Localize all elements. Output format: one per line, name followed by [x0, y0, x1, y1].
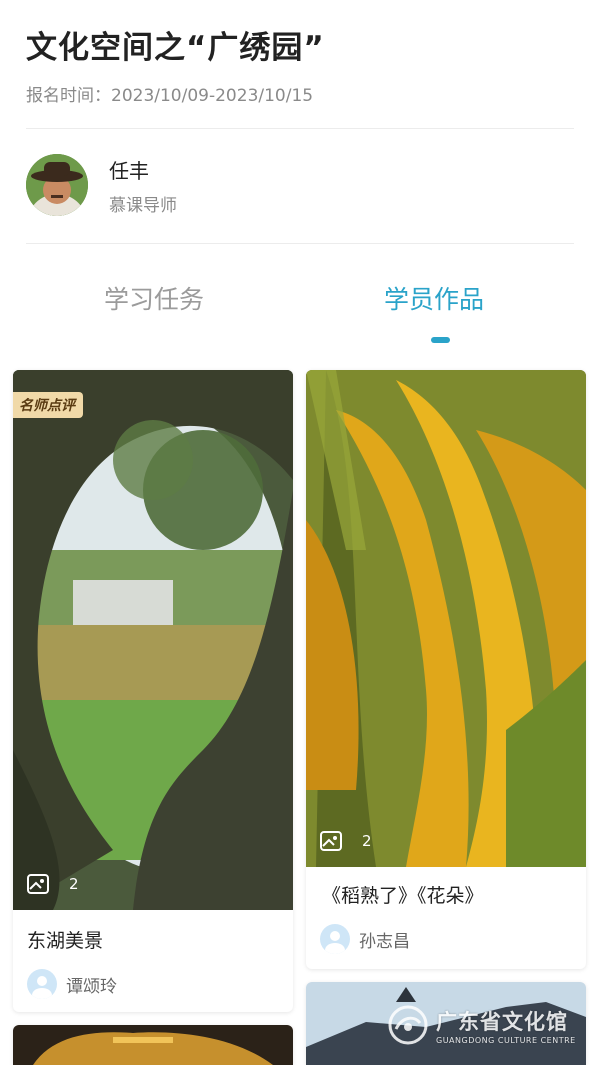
teacher-review-badge: 名师点评	[13, 392, 83, 418]
teacher-info[interactable]: 任丰 慕课导师	[26, 154, 177, 216]
work-image-rice: 2	[306, 370, 586, 867]
work-card[interactable]	[13, 1025, 293, 1065]
work-author: 谭颂玲	[13, 969, 293, 999]
work-card[interactable]: 2 《稻熟了》《花朵》 孙志昌	[306, 370, 586, 969]
image-count-value: 2	[69, 875, 79, 893]
author-name: 谭颂玲	[66, 976, 117, 997]
work-title: 东湖美景	[27, 930, 104, 952]
work-title: 《稻熟了》《花朵》	[322, 885, 484, 907]
teacher-role: 慕课导师	[109, 195, 177, 216]
user-avatar-icon	[320, 924, 350, 954]
page-header: 文化空间之“广绣园” 报名时间：2023/10/09-2023/10/15	[26, 22, 325, 106]
gallery-icon	[320, 831, 342, 851]
divider	[26, 243, 574, 244]
image-count: 2	[320, 831, 372, 851]
work-author: 孙志昌	[306, 924, 586, 954]
tab-learning-tasks[interactable]: 学习任务	[104, 280, 204, 316]
watermark-en: GUANGDONG CULTURE CENTRE	[436, 1035, 576, 1045]
watermark-cn: 广东省文化馆	[436, 1009, 568, 1034]
watermark: 广东省文化馆 GUANGDONG CULTURE CENTRE	[386, 1003, 576, 1047]
teacher-name: 任丰	[109, 158, 149, 183]
active-tab-indicator	[431, 337, 450, 343]
page-title: 文化空间之“广绣园”	[26, 30, 325, 66]
divider	[26, 128, 574, 129]
culture-centre-logo-icon	[388, 1005, 428, 1045]
work-card[interactable]: 名师点评 2 东湖美景 谭颂玲	[13, 370, 293, 1012]
image-count: 2	[27, 874, 79, 894]
tab-student-works[interactable]: 学员作品	[384, 280, 484, 316]
tab-bar: 学习任务 学员作品	[0, 280, 600, 350]
teacher-avatar	[26, 154, 88, 216]
work-image	[13, 1025, 293, 1065]
user-avatar-icon	[27, 969, 57, 999]
work-image-garden: 名师点评 2	[13, 370, 293, 910]
signup-time: 报名时间：2023/10/09-2023/10/15	[26, 86, 314, 106]
author-name: 孙志昌	[359, 931, 410, 952]
gallery-icon	[27, 874, 49, 894]
image-count-value: 2	[362, 832, 372, 850]
